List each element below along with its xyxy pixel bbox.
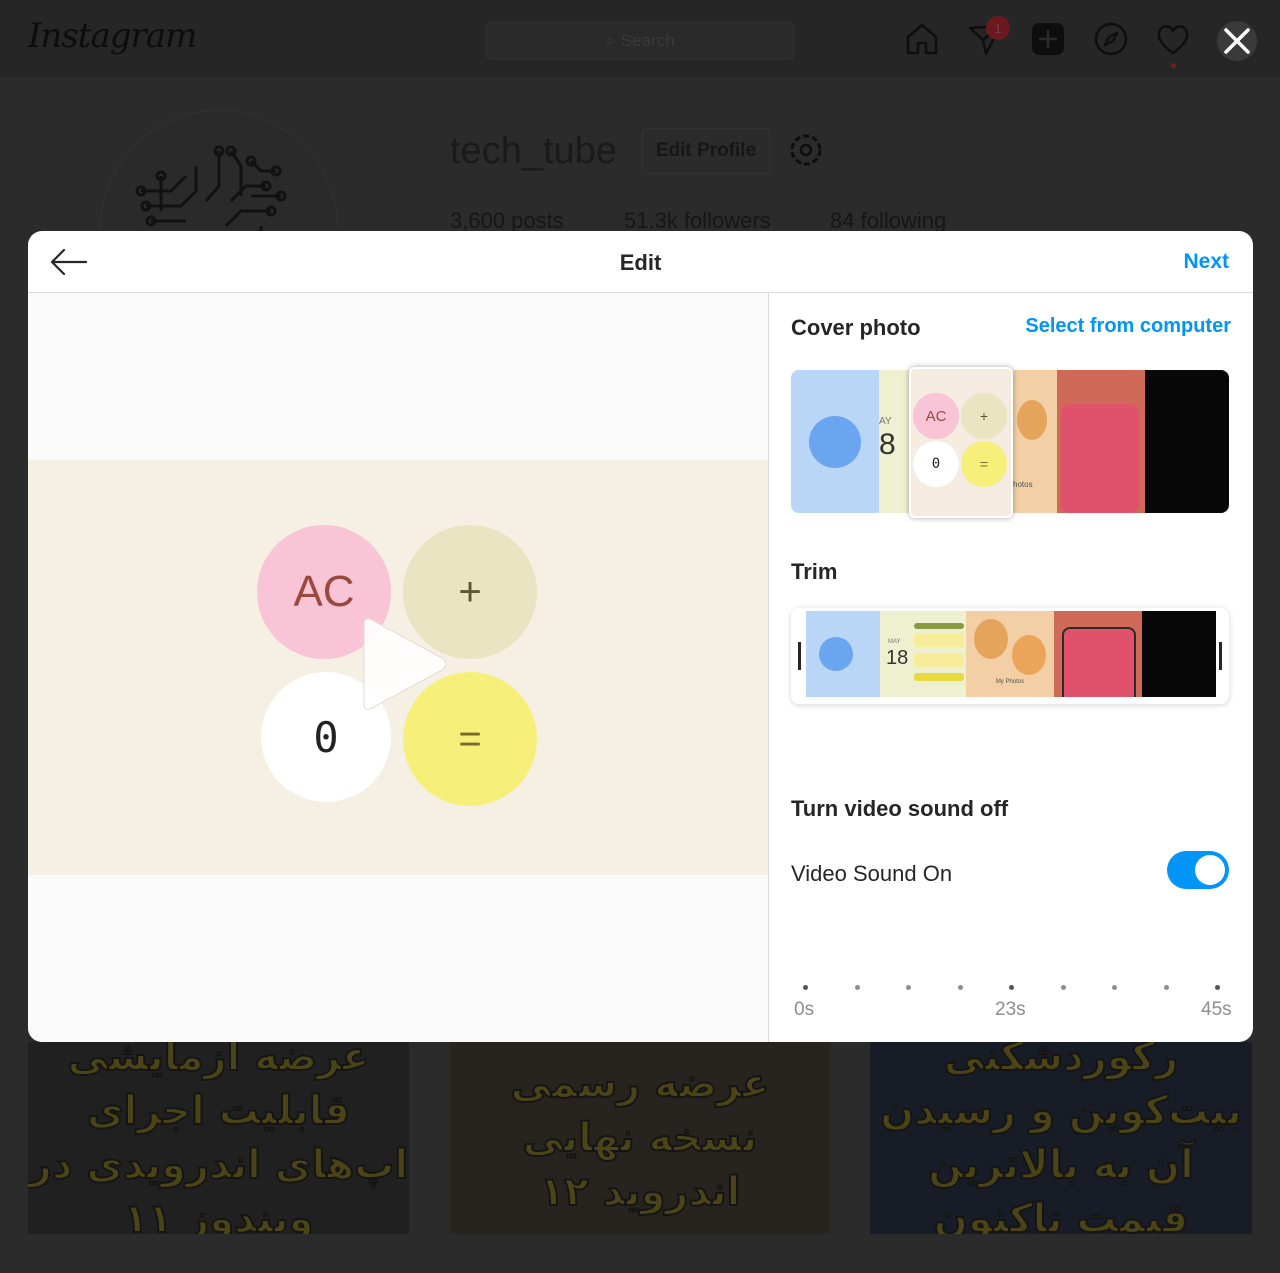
frame-photos-text: hotos <box>1013 480 1033 489</box>
video-preview-pane: AC + 0 = <box>28 293 769 1042</box>
flower-image <box>1012 635 1046 675</box>
blue-circle <box>819 637 853 671</box>
trim-month-text: MAY <box>888 639 901 645</box>
trim-end-handle[interactable] <box>1219 642 1222 670</box>
video-sound-label: Video Sound On <box>791 861 953 886</box>
video-preview[interactable]: AC + 0 = <box>28 460 768 875</box>
frame-month-text: AY <box>879 416 892 427</box>
cover-frame[interactable] <box>1057 370 1145 513</box>
trim-frame: My Photos <box>966 611 1054 697</box>
trim-title: Trim <box>791 559 838 584</box>
play-icon[interactable] <box>358 616 450 712</box>
frame-day-text: 8 <box>879 428 896 461</box>
sound-section-title: Turn video sound off <box>791 796 1009 821</box>
trim-timeline[interactable]: MAY 18 My Photos <box>791 608 1229 704</box>
mini-calc-zero: 0 <box>913 441 959 487</box>
timeline-tick <box>1060 985 1066 990</box>
timeline-tick <box>1215 985 1220 990</box>
mini-calc-clear: AC <box>913 393 959 439</box>
calendar-widget <box>914 653 964 667</box>
back-arrow-icon <box>50 248 88 276</box>
video-sound-toggle[interactable] <box>1167 851 1229 889</box>
calendar-widget <box>914 633 964 647</box>
trim-frame <box>1142 611 1216 697</box>
modal-header: Edit Next <box>28 231 1253 293</box>
time-label-middle: 23s <box>995 999 1026 1020</box>
timeline-tick <box>957 985 963 990</box>
timeline-tick <box>1163 985 1169 990</box>
phone-screen-image <box>1062 627 1136 697</box>
mini-calc-equals: = <box>961 441 1007 487</box>
trim-frames: MAY 18 My Photos <box>806 611 1216 697</box>
calendar-widget <box>914 673 964 681</box>
trim-frame <box>806 611 880 697</box>
edit-options-pane: Cover photo Select from computer AY 8 ho… <box>769 293 1253 1042</box>
cover-frame[interactable] <box>1145 370 1229 513</box>
phone-screen-image <box>1061 404 1139 513</box>
cover-photo-title: Cover photo <box>791 315 921 340</box>
cover-frame[interactable] <box>791 370 879 513</box>
select-from-computer-link[interactable]: Select from computer <box>1025 315 1231 338</box>
trim-day-text: 18 <box>886 647 909 669</box>
timeline-tick <box>803 985 808 990</box>
back-button[interactable] <box>48 243 90 281</box>
selected-cover-frame[interactable]: AC + 0 = <box>909 367 1013 518</box>
timeline-tick <box>854 985 860 990</box>
trim-start-handle[interactable] <box>798 642 801 670</box>
flower-image <box>974 619 1008 659</box>
trim-frame <box>1054 611 1142 697</box>
timeline-tick <box>1009 985 1014 990</box>
next-button[interactable]: Next <box>1183 250 1229 274</box>
trim-frame: MAY 18 <box>880 611 966 697</box>
cover-frame[interactable]: AY 8 <box>879 370 909 513</box>
timeline-tick <box>906 985 911 990</box>
time-label-start: 0s <box>794 999 815 1020</box>
toggle-knob <box>1195 855 1225 885</box>
calendar-widget <box>914 623 964 629</box>
modal-title: Edit <box>619 250 662 275</box>
cover-frame[interactable]: hotos <box>1013 370 1057 513</box>
mini-calc-plus: + <box>961 393 1007 439</box>
edit-video-modal: Edit Next AC + 0 = Cover photo Select fr… <box>28 231 1253 1042</box>
trim-photos-text: My Photos <box>995 679 1025 685</box>
blue-circle <box>809 416 861 468</box>
timeline-tick <box>1112 985 1117 990</box>
flower-image <box>1017 400 1047 440</box>
time-label-end: 45s <box>1201 999 1232 1020</box>
